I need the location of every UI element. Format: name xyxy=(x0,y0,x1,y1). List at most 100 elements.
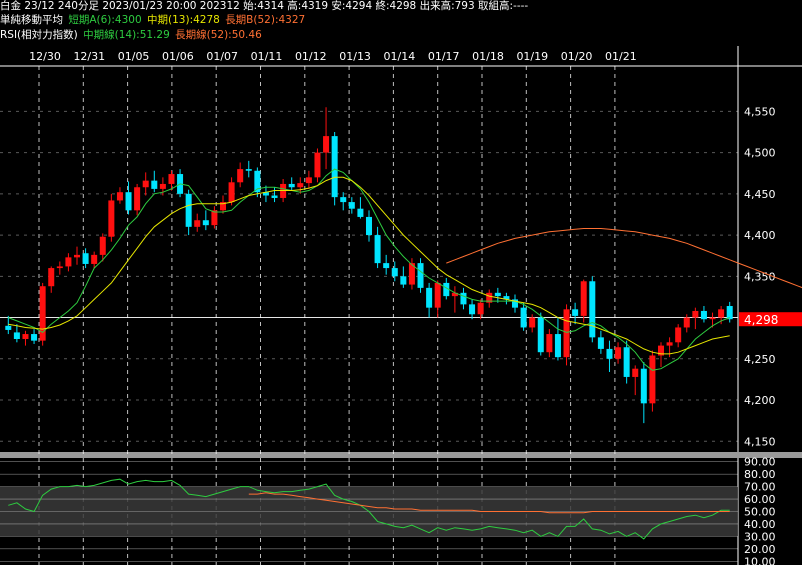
candle-body xyxy=(494,292,501,297)
candle-body xyxy=(5,325,12,330)
candle-body xyxy=(202,220,209,226)
y-tick-label: 4,250 xyxy=(744,353,776,366)
candles xyxy=(5,107,733,424)
candle-body xyxy=(185,193,192,227)
candle-body xyxy=(48,268,55,287)
candle-body xyxy=(709,317,716,320)
candle-body xyxy=(99,236,106,255)
x-tick-label: 01/17 xyxy=(428,50,460,63)
candle-body xyxy=(237,169,244,183)
rsi-tick-label: 90.00 xyxy=(744,456,776,469)
candle-body xyxy=(305,177,312,184)
candle-body xyxy=(477,302,484,315)
x-tick-label: 01/21 xyxy=(605,50,637,63)
candle-body xyxy=(357,208,364,217)
candle-body xyxy=(520,307,527,328)
candle-body xyxy=(417,263,424,288)
x-tick-label: 01/05 xyxy=(118,50,150,63)
candle-body xyxy=(469,304,476,315)
candle-body xyxy=(245,169,252,171)
candle-body xyxy=(194,220,201,227)
candle-body xyxy=(546,334,553,353)
candle-body xyxy=(374,235,381,264)
candle-body xyxy=(82,253,89,264)
candle-body xyxy=(700,310,707,320)
candle-body xyxy=(529,317,536,328)
candle-body xyxy=(271,195,278,198)
rsi-tick-label: 50.00 xyxy=(744,506,776,519)
candle-body xyxy=(718,309,725,318)
candle-body xyxy=(692,310,699,318)
x-tick-label: 01/14 xyxy=(384,50,416,63)
candle-body xyxy=(65,257,72,267)
rsi-tick-label: 10.00 xyxy=(744,555,776,565)
candle-body xyxy=(323,136,330,153)
panel-divider xyxy=(0,452,802,458)
candle-body xyxy=(56,266,63,269)
candle-body xyxy=(108,200,115,237)
candle-body xyxy=(554,334,561,358)
candle-body xyxy=(22,334,29,340)
x-tick-label: 01/12 xyxy=(295,50,327,63)
x-tick-label: 01/18 xyxy=(472,50,504,63)
candle-body xyxy=(159,183,166,189)
candle-body xyxy=(640,368,647,404)
last-price-label: 4,298 xyxy=(744,313,778,327)
candle-body xyxy=(151,180,158,189)
candle-body xyxy=(383,263,390,269)
candle-body xyxy=(297,183,304,188)
ma-mid-line xyxy=(8,176,730,355)
candle-body xyxy=(340,197,347,203)
y-tick-label: 4,200 xyxy=(744,394,776,407)
candle-body xyxy=(606,348,613,359)
candle-body xyxy=(31,334,38,341)
candle-body xyxy=(434,282,441,308)
x-tick-label: 01/07 xyxy=(206,50,238,63)
candle-body xyxy=(91,254,98,264)
candle-body xyxy=(632,368,639,377)
rsi-tick-label: 80.00 xyxy=(744,468,776,481)
candle-body xyxy=(125,192,132,211)
candle-body xyxy=(228,182,235,203)
candle-body xyxy=(589,281,596,338)
candle-body xyxy=(73,254,81,258)
candle-body xyxy=(13,332,20,340)
y-tick-label: 4,450 xyxy=(744,188,776,201)
x-tick-label: 01/13 xyxy=(339,50,371,63)
candle-body xyxy=(726,306,733,320)
candle-body xyxy=(142,180,149,188)
candle-body xyxy=(675,327,682,343)
y-tick-label: 4,150 xyxy=(744,435,776,448)
candle-body xyxy=(597,337,604,349)
ma-short-line xyxy=(8,168,730,371)
x-tick-label: 12/30 xyxy=(29,50,61,63)
rsi-tick-label: 60.00 xyxy=(744,493,776,506)
candle-body xyxy=(331,136,338,198)
candle-body xyxy=(211,210,218,226)
x-tick-label: 12/31 xyxy=(73,50,105,63)
candle-body xyxy=(623,347,630,377)
candle-body xyxy=(572,309,579,316)
candle-body xyxy=(649,355,656,404)
rsi-tick-label: 70.00 xyxy=(744,481,776,494)
candle-body xyxy=(615,347,622,359)
candle-body xyxy=(460,292,467,305)
candle-body xyxy=(400,276,407,285)
rsi-tick-label: 40.00 xyxy=(744,518,776,531)
candle-body xyxy=(426,287,433,308)
candle-body xyxy=(666,342,673,346)
candle-body xyxy=(314,152,321,178)
candle-body xyxy=(537,317,544,353)
x-tick-label: 01/20 xyxy=(561,50,593,63)
y-tick-label: 4,400 xyxy=(744,229,776,242)
y-tick-label: 4,500 xyxy=(744,147,776,160)
price-chart[interactable]: 12/30 12/31 01/05 01/06 01/07 01/11 01/12 01/13… xyxy=(0,0,802,565)
candle-body xyxy=(391,268,398,277)
candle-body xyxy=(348,202,355,209)
x-tick-label: 01/19 xyxy=(516,50,548,63)
x-tick-label: 01/11 xyxy=(251,50,283,63)
candle-body xyxy=(116,192,123,201)
candle-body xyxy=(288,183,295,188)
candle-body xyxy=(134,187,141,211)
candle-body xyxy=(563,309,570,358)
